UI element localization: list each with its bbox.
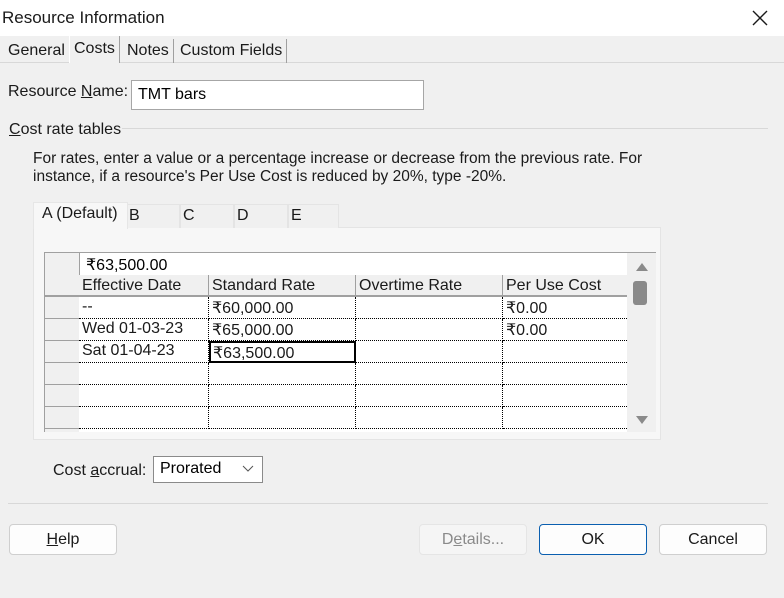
cost-rate-tables-group-label: Cost rate tables <box>9 121 122 138</box>
footer-divider <box>8 503 768 504</box>
grid-cell-per-use-cost[interactable]: ₹0.00 <box>503 297 627 319</box>
grid-cell-overtime-rate[interactable] <box>356 363 503 385</box>
grid-cell-overtime-rate[interactable] <box>356 341 503 363</box>
tab-costs[interactable]: Costs <box>69 36 120 63</box>
tab-general[interactable]: General <box>4 39 69 63</box>
dialog-title: Resource Information <box>2 8 165 27</box>
corner-header <box>45 253 79 297</box>
tab-bar: General Costs Notes Custom Fields <box>0 36 784 63</box>
tab-custom-fields[interactable]: Custom Fields <box>176 39 288 63</box>
grid-cell-effective-date[interactable] <box>79 385 209 407</box>
grid-cell-standard-rate[interactable]: ₹63,500.00 <box>209 341 356 363</box>
grid-cell-per-use-cost[interactable] <box>503 363 627 385</box>
rate-table-tabs: A (Default) B C D E <box>33 202 343 229</box>
help-button[interactable]: Help <box>9 524 117 555</box>
title-bar: Resource Information <box>0 0 784 36</box>
resource-name-label: Resource Name: <box>8 83 129 100</box>
group-divider <box>122 128 768 129</box>
grid-cell-standard-rate[interactable] <box>209 363 356 385</box>
cost-rate-grid: ₹63,500.00 Effective Date Standard Rate … <box>44 252 656 432</box>
rate-tab-b[interactable]: B <box>126 204 180 228</box>
row-header[interactable] <box>45 407 79 429</box>
grid-cell-standard-rate[interactable]: ₹65,000.00 <box>209 319 356 341</box>
grid-cell-standard-rate[interactable] <box>209 407 356 429</box>
close-icon <box>752 10 768 26</box>
chevron-down-icon <box>242 465 254 472</box>
grid-cell-effective-date[interactable] <box>79 407 209 429</box>
row-header[interactable] <box>45 341 79 363</box>
cost-rate-description: For rates, enter a value or a percentage… <box>33 150 643 185</box>
grid-cell-standard-rate[interactable] <box>209 385 356 407</box>
grid-cell-effective-date[interactable] <box>79 363 209 385</box>
grid-cell-per-use-cost[interactable] <box>503 341 627 363</box>
grid-cell-per-use-cost[interactable]: ₹0.00 <box>503 319 627 341</box>
column-header-per-use-cost: Per Use Cost <box>503 275 627 297</box>
grid-cell-standard-rate[interactable]: ₹60,000.00 <box>209 297 356 319</box>
scroll-down-arrow-icon[interactable] <box>636 416 648 424</box>
scrollbar-thumb[interactable] <box>633 281 647 305</box>
row-header[interactable] <box>45 319 79 341</box>
grid-cell-effective-date[interactable]: Sat 01-04-23 <box>79 341 209 363</box>
grid-cell-per-use-cost[interactable] <box>503 385 627 407</box>
grid-cell-effective-date[interactable]: -- <box>79 297 209 319</box>
rate-tab-d[interactable]: D <box>234 204 288 228</box>
cost-accrual-select[interactable]: Prorated <box>153 456 263 483</box>
row-header[interactable] <box>45 297 79 319</box>
column-header-effective-date: Effective Date <box>79 275 209 297</box>
cost-accrual-value: Prorated <box>160 460 222 477</box>
grid-cell-overtime-rate[interactable] <box>356 319 503 341</box>
grid-cell-overtime-rate[interactable] <box>356 297 503 319</box>
grid-cell-overtime-rate[interactable] <box>356 385 503 407</box>
row-header[interactable] <box>45 385 79 407</box>
details-button[interactable]: Details... <box>419 524 527 555</box>
close-button[interactable] <box>746 4 774 32</box>
rate-tab-a-default[interactable]: A (Default) <box>33 202 128 229</box>
grid-cell-overtime-rate[interactable] <box>356 407 503 429</box>
column-header-overtime-rate: Overtime Rate <box>356 275 503 297</box>
rate-tab-c[interactable]: C <box>180 204 234 228</box>
scroll-up-arrow-icon[interactable] <box>636 263 648 271</box>
column-header-standard-rate: Standard Rate <box>209 275 356 297</box>
vertical-scrollbar[interactable] <box>627 253 656 432</box>
cell-edit-bar[interactable]: ₹63,500.00 <box>79 253 627 275</box>
row-header[interactable] <box>45 363 79 385</box>
ok-button[interactable]: OK <box>539 524 647 555</box>
resource-name-input[interactable]: TMT bars <box>131 80 424 110</box>
rate-tab-e[interactable]: E <box>288 204 339 228</box>
row-header-column <box>45 253 79 432</box>
grid-cell-per-use-cost[interactable] <box>503 407 627 429</box>
tab-notes[interactable]: Notes <box>123 39 174 63</box>
grid-cell-effective-date[interactable]: Wed 01-03-23 <box>79 319 209 341</box>
cost-accrual-label: Cost accrual: <box>53 462 147 479</box>
cancel-button[interactable]: Cancel <box>659 524 767 555</box>
